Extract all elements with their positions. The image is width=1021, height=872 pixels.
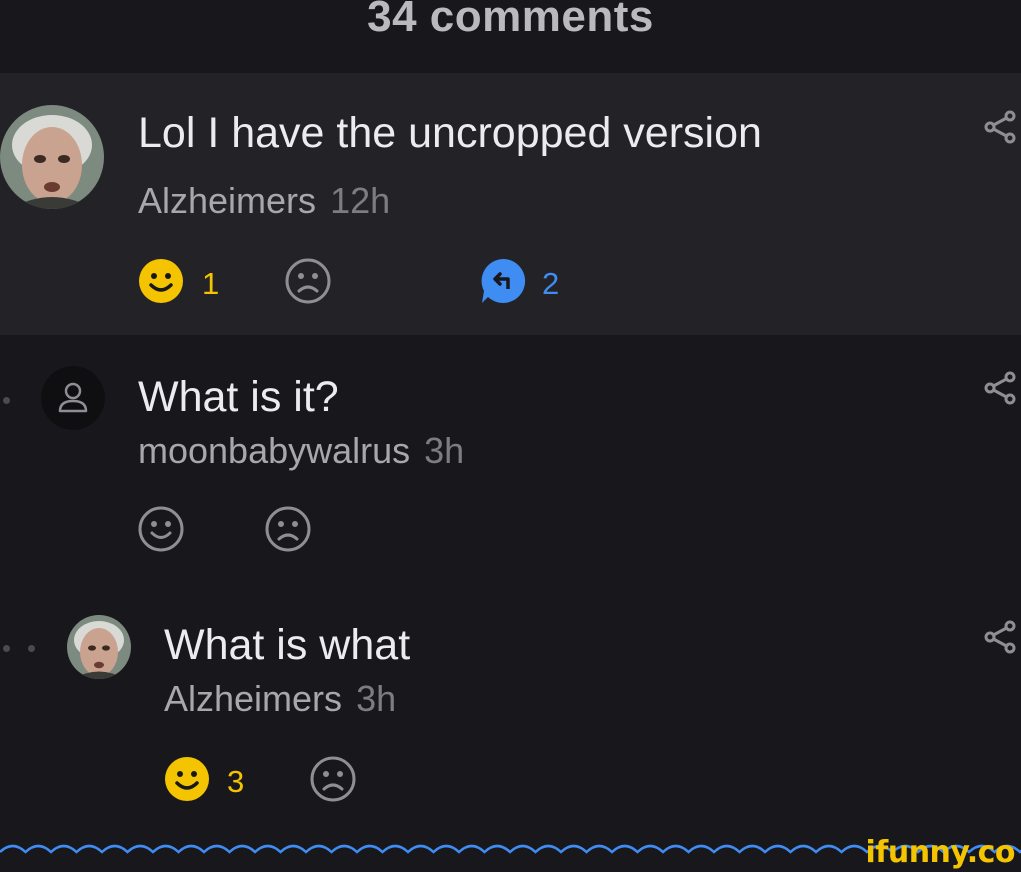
comment-time: 12h xyxy=(330,180,391,221)
thread-indicator xyxy=(28,645,35,652)
reply-button[interactable] xyxy=(479,257,527,310)
comment-author[interactable]: Alzheimers xyxy=(138,180,316,221)
share-button[interactable] xyxy=(984,110,1018,149)
smile-button[interactable] xyxy=(163,755,211,808)
comment-time: 3h xyxy=(424,430,465,471)
comment-meta: Alzheimers 12h xyxy=(138,183,390,219)
frown-button[interactable] xyxy=(284,257,332,310)
smile-icon xyxy=(165,757,209,801)
thread-indicator xyxy=(3,645,10,652)
share-icon xyxy=(984,371,1016,405)
share-button[interactable] xyxy=(984,371,1018,410)
default-avatar-icon xyxy=(41,366,105,430)
comment-meta: moonbabywalrus 3h xyxy=(138,433,464,469)
share-button[interactable] xyxy=(984,620,1018,659)
share-icon xyxy=(984,620,1016,654)
smile-button[interactable] xyxy=(137,257,185,310)
comment-text: What is it? xyxy=(138,373,339,421)
reply-icon xyxy=(481,258,526,303)
smile-icon xyxy=(138,506,184,552)
avatar[interactable] xyxy=(41,366,105,430)
comments-header: 34 comments xyxy=(0,0,1021,73)
share-icon xyxy=(984,110,1016,144)
comment-meta: Alzheimers 3h xyxy=(164,681,396,717)
frown-icon xyxy=(310,756,356,802)
avatar[interactable] xyxy=(0,105,104,209)
frown-button[interactable] xyxy=(309,755,357,808)
comment-author[interactable]: moonbabywalrus xyxy=(138,430,410,471)
smile-count: 3 xyxy=(227,764,245,799)
ifunny-logo: ifunny.co xyxy=(865,835,1016,870)
frown-icon xyxy=(265,506,311,552)
smile-icon xyxy=(139,259,183,303)
comment-author[interactable]: Alzheimers xyxy=(164,678,342,719)
comment-text: What is what xyxy=(164,621,411,669)
frown-button[interactable] xyxy=(264,505,312,558)
avatar[interactable] xyxy=(67,615,131,679)
thread-indicator xyxy=(3,397,10,404)
comment-text: Lol I have the uncropped version xyxy=(138,109,762,157)
smile-button[interactable] xyxy=(137,505,185,558)
reply-count: 2 xyxy=(542,266,560,301)
frown-icon xyxy=(285,258,331,304)
comment-time: 3h xyxy=(356,678,397,719)
comments-count-title: 34 comments xyxy=(367,0,654,41)
smile-count: 1 xyxy=(202,266,220,301)
